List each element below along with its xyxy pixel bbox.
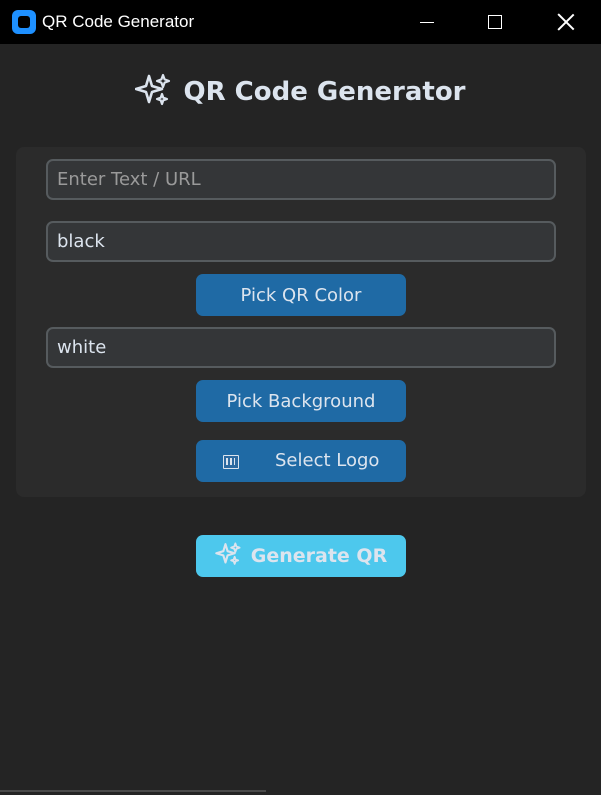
image-icon	[223, 455, 239, 469]
background-color-value: white	[57, 337, 107, 358]
minimize-icon	[420, 21, 434, 23]
page-heading: QR Code Generator	[0, 72, 601, 112]
window-bottom-edge	[0, 790, 266, 792]
pick-qr-color-label: Pick QR Color	[240, 284, 362, 306]
text-url-placeholder: Enter Text / URL	[57, 169, 201, 190]
pick-background-label: Pick Background	[226, 390, 376, 412]
text-url-input[interactable]: Enter Text / URL	[46, 159, 556, 200]
minimize-button[interactable]	[392, 0, 462, 44]
close-button[interactable]	[531, 0, 601, 44]
maximize-button[interactable]	[460, 0, 530, 44]
generate-qr-label: Generate QR	[250, 545, 388, 567]
close-icon	[557, 13, 575, 31]
background-color-input[interactable]: white	[46, 327, 556, 368]
qr-color-value: black	[57, 231, 105, 252]
select-logo-button[interactable]: Select Logo	[196, 440, 406, 482]
page-title: QR Code Generator	[183, 77, 466, 107]
generate-qr-button[interactable]: Generate QR	[196, 535, 406, 577]
select-logo-label: Select Logo	[275, 450, 380, 471]
maximize-icon	[488, 15, 502, 29]
sparkle-icon	[135, 73, 173, 111]
title-bar[interactable]: QR Code Generator	[0, 0, 601, 44]
app-icon	[12, 10, 36, 34]
app-window: QR Code Generator QR Code Generator Ente…	[0, 0, 601, 795]
pick-qr-color-button[interactable]: Pick QR Color	[196, 274, 406, 316]
qr-color-input[interactable]: black	[46, 221, 556, 262]
pick-background-button[interactable]: Pick Background	[196, 380, 406, 422]
sparkle-icon	[215, 541, 243, 571]
window-title: QR Code Generator	[42, 12, 195, 31]
